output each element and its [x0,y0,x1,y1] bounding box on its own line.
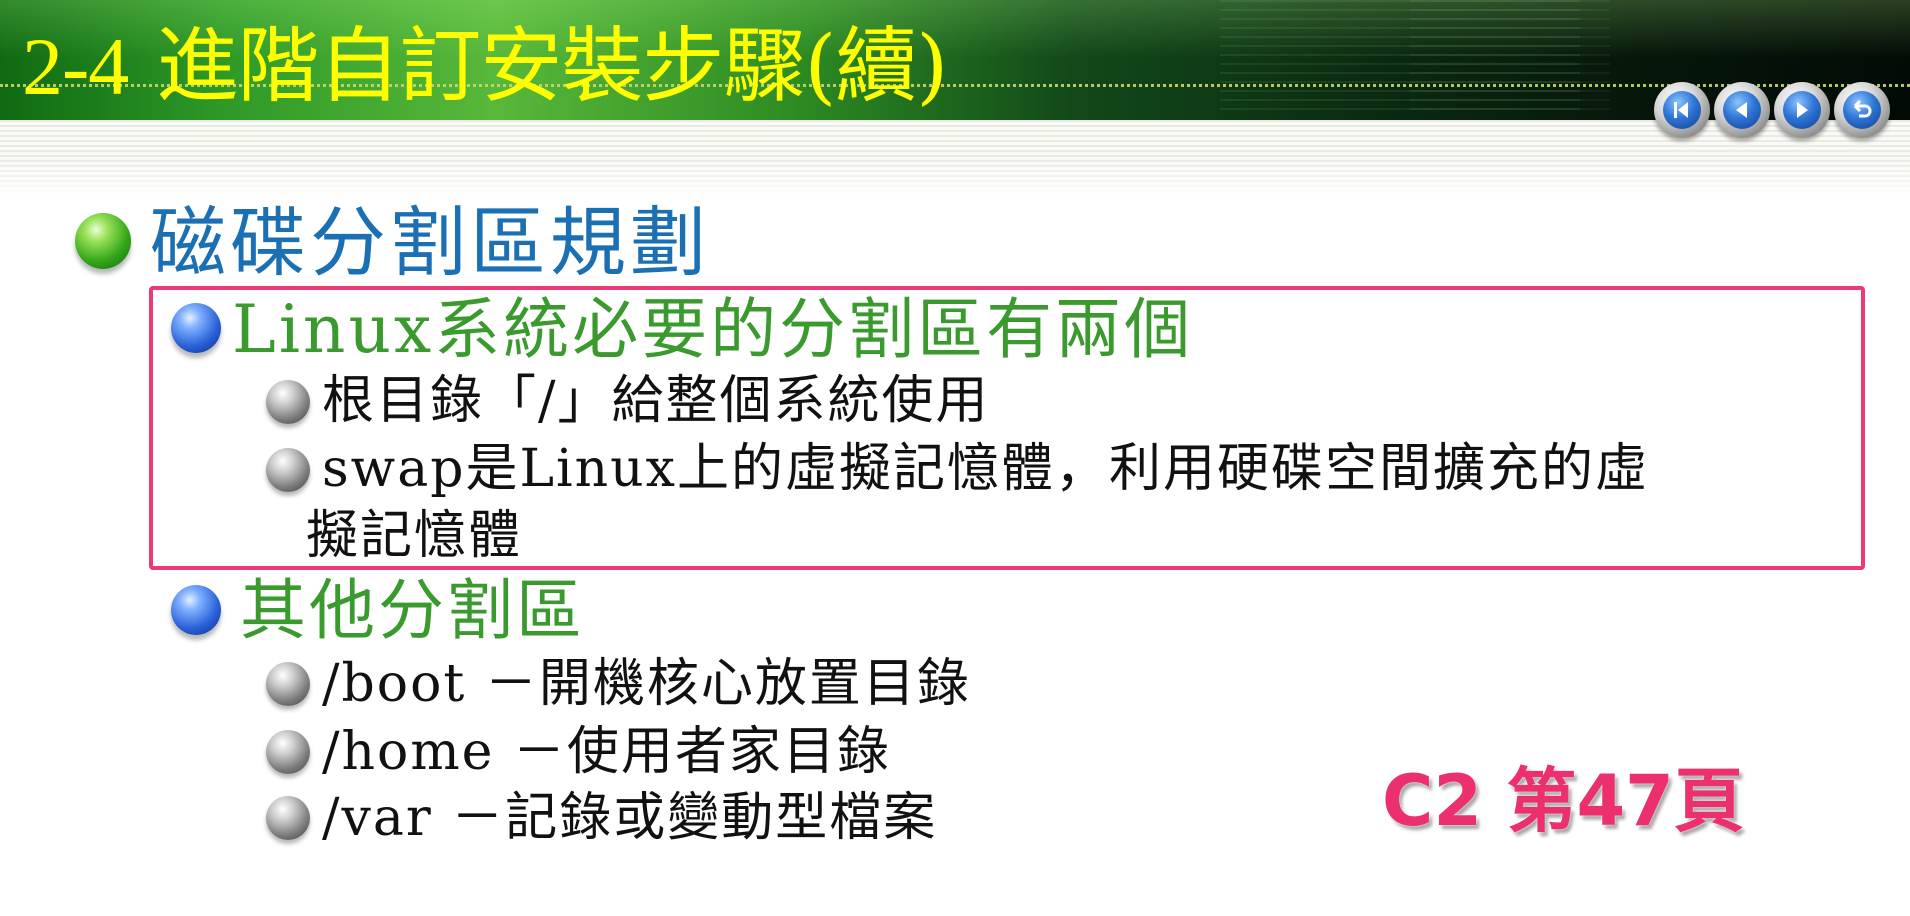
list-item: /boot －開機核心放置目錄 [322,654,971,714]
forward-icon[interactable] [1774,82,1830,138]
back-glyph [1736,102,1747,118]
required-partitions-label: Linux系統必要的分割區有兩個 [232,291,1194,368]
section-heading: 磁碟分割區規劃 [150,198,710,287]
gray-bullet-icon [266,662,310,706]
list-item: swap是Linux上的虛擬記憶體，利用硬碟空間擴充的虛 [322,439,1649,499]
back-icon[interactable] [1714,82,1770,138]
list-item: /home －使用者家目錄 [322,722,891,782]
banner-texture [1410,0,1610,112]
gray-bullet-icon [266,730,310,774]
rewind-icon[interactable] [1654,82,1710,138]
slide-title: 2-4 進階自訂安裝步驟(續) [22,26,948,108]
list-item: 根目錄「/」給整個系統使用 [322,371,990,431]
slide-navigation [1654,82,1890,138]
title-text: 進階自訂安裝步驟(續) [156,19,948,114]
list-item-continuation: 擬記憶體 [306,506,523,566]
gray-bullet-icon [266,380,310,424]
return-glyph [1853,99,1872,118]
page-reference: C2 第47頁 [1381,760,1745,842]
gray-bullet-icon [266,448,310,492]
forward-glyph [1797,102,1808,118]
list-item: /var －記錄或變動型檔案 [322,788,938,848]
banner-stripes [0,120,1910,200]
rewind-glyph [1674,102,1688,118]
gray-bullet-icon [266,796,310,840]
blue-bullet-icon [171,585,221,635]
section-number: 2-4 [22,21,129,112]
green-bullet-icon [75,213,131,269]
return-icon[interactable] [1834,82,1890,138]
other-partitions-label: 其他分割區 [240,572,585,649]
blue-bullet-icon [171,303,221,353]
